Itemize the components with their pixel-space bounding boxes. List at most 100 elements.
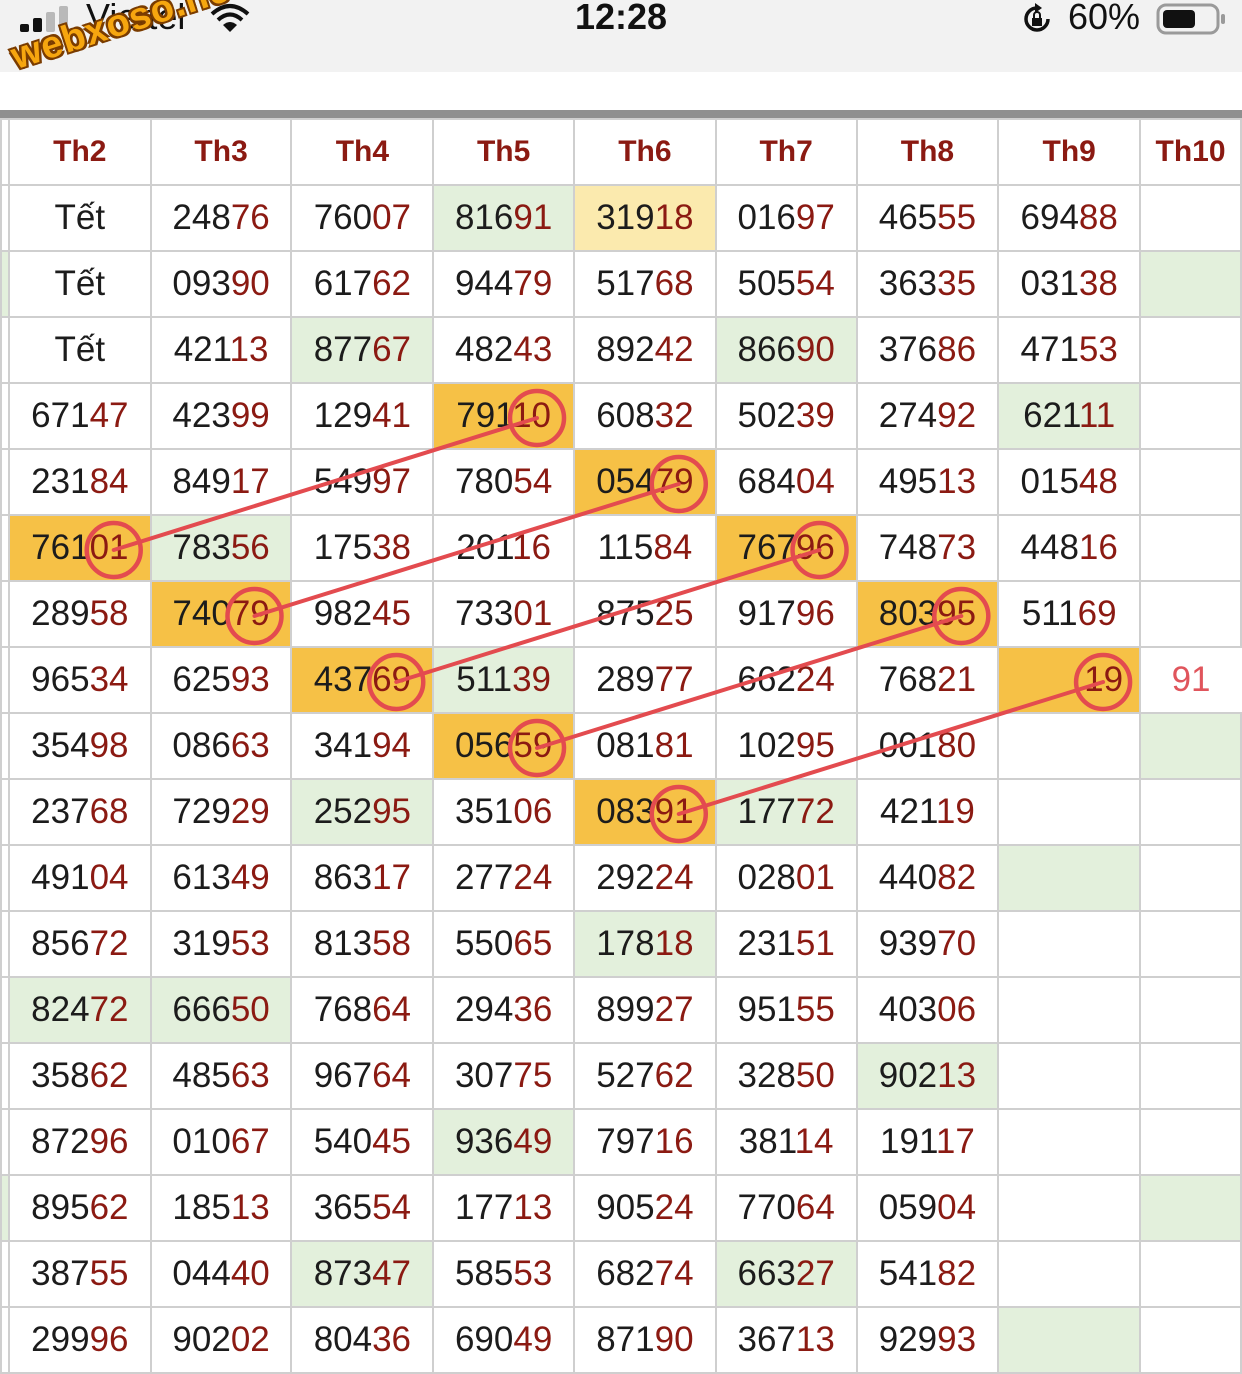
result-cell: 87347 [290,1240,435,1308]
result-cell [997,976,1142,1044]
result-cell: 96534 [7,646,152,714]
result-cell: 91796 [714,580,858,648]
table-row: 85672 31953 81358 55065 17818 23151 93970 [0,910,1242,978]
result-cell: 61762 [290,250,435,318]
result-cell: 79110 [432,382,576,450]
table-row: 89562 18513 36554 17713 90524 77064 05904 [0,1174,1242,1242]
result-cell: 79716 [573,1108,717,1176]
row-stub-cell [0,712,10,780]
row-stub-cell [0,646,10,714]
result-cell [997,712,1142,780]
table-row: 96534 62593 43769 51139 28977 66224 76821 19 91 [0,646,1241,714]
table-row: 49104 61349 86317 27724 29224 02801 44082 [0,844,1242,912]
result-cell: 74873 [855,514,1000,582]
result-cell: 11584 [573,514,717,582]
result-cell: 28958 [7,580,152,648]
row-stub-cell [0,184,10,252]
result-cell: 51768 [573,250,717,318]
result-cell [1139,1240,1242,1308]
table-row: 38755 04440 87347 58553 68274 66327 54182 [0,1240,1242,1308]
result-cell: Tết [7,184,152,252]
column-header-th3: Th3 [149,118,293,186]
row-stub-cell [0,1306,10,1374]
result-cell: 78054 [432,448,576,516]
table-row: 82472 66650 76864 29436 89927 95155 40306 [0,976,1242,1044]
column-header-th8: Th8 [855,118,1000,186]
result-cell: 61349 [149,844,293,912]
table-row: 23184 84917 54997 78054 05479 68404 49513 01548 [0,448,1242,516]
result-cell: 90524 [573,1174,717,1242]
result-cell: 23184 [7,448,152,516]
result-cell: 05659 [432,712,576,780]
table-row: 67147 42399 12941 79110 60832 50239 27492 62111 [0,382,1242,450]
row-stub-cell [0,1240,10,1308]
result-cell [997,778,1142,846]
row-stub-cell [0,382,10,450]
result-cell: 17772 [714,778,858,846]
result-cell: 46555 [855,184,1000,252]
result-cell: 78356 [149,514,293,582]
result-cell [997,1108,1142,1176]
column-header-th10: Th10 [1139,118,1242,186]
result-cell: 90213 [855,1042,1000,1110]
result-cell: 67147 [7,382,152,450]
result-cell: 47153 [997,316,1142,384]
result-cell: 36335 [855,250,1000,318]
result-cell: 54997 [290,448,435,516]
result-cell: 52762 [573,1042,717,1110]
result-cell [1139,1108,1242,1176]
battery-icon [1156,3,1225,35]
table-row: 29996 90202 80436 69049 87190 36713 92993 [0,1306,1242,1374]
result-cell: 00180 [855,712,1000,780]
result-cell: 35498 [7,712,152,780]
result-cell: 17538 [290,514,435,582]
result-cell: 40306 [855,976,1000,1044]
row-stub-cell [0,448,10,516]
result-cell: 34194 [290,712,435,780]
result-cell [1139,910,1242,978]
row-stub-cell [0,910,10,978]
result-cell: 17713 [432,1174,576,1242]
result-cell: 43769 [290,646,435,714]
result-cell: 20116 [432,514,576,582]
result-cell: 69488 [997,184,1142,252]
result-cell: 82472 [7,976,152,1044]
row-stub-cell [0,514,10,582]
result-cell: 89242 [573,316,717,384]
result-cell [1139,1174,1242,1242]
result-cell [1139,448,1242,516]
table-row: Tết 24876 76007 81691 31918 01697 46555 69488 [0,184,1242,252]
table-row: 35498 08663 34194 05659 08181 10295 00180 [0,712,1242,780]
result-cell [997,1042,1142,1110]
result-cell: 38755 [7,1240,152,1308]
result-cell: 86317 [290,844,435,912]
result-cell: 81358 [290,910,435,978]
row-stub-cell [0,1174,10,1242]
result-cell: 29996 [7,1306,152,1374]
result-cell: 05479 [573,448,717,516]
table-row: 35862 48563 96764 30775 52762 32850 90213 [0,1042,1242,1110]
result-cell: 58553 [432,1240,576,1308]
result-cell: 80436 [290,1306,435,1374]
result-cell: 87525 [573,580,717,648]
result-cell: 72929 [149,778,293,846]
table-row: 23768 72929 25295 35106 08391 17772 42119 [0,778,1242,846]
result-cell: 87190 [573,1306,717,1374]
column-header-th6: Th6 [573,118,717,186]
result-cell [1139,184,1242,252]
result-cell: 01697 [714,184,858,252]
row-stub-cell [0,1042,10,1110]
result-cell [997,910,1142,978]
browser-chrome-band [0,44,1242,72]
result-cell: 17818 [573,910,717,978]
result-cell: 02801 [714,844,858,912]
row-stub-cell [0,1108,10,1176]
result-cell: 35106 [432,778,576,846]
result-cell: 76821 [855,646,1000,714]
result-cell: 50239 [714,382,858,450]
row-stub-header [0,118,10,186]
result-cell: 12941 [290,382,435,450]
result-cell: 36554 [290,1174,435,1242]
table-row: 87296 01067 54045 93649 79716 38114 19117 [0,1108,1242,1176]
result-cell: 25295 [290,778,435,846]
